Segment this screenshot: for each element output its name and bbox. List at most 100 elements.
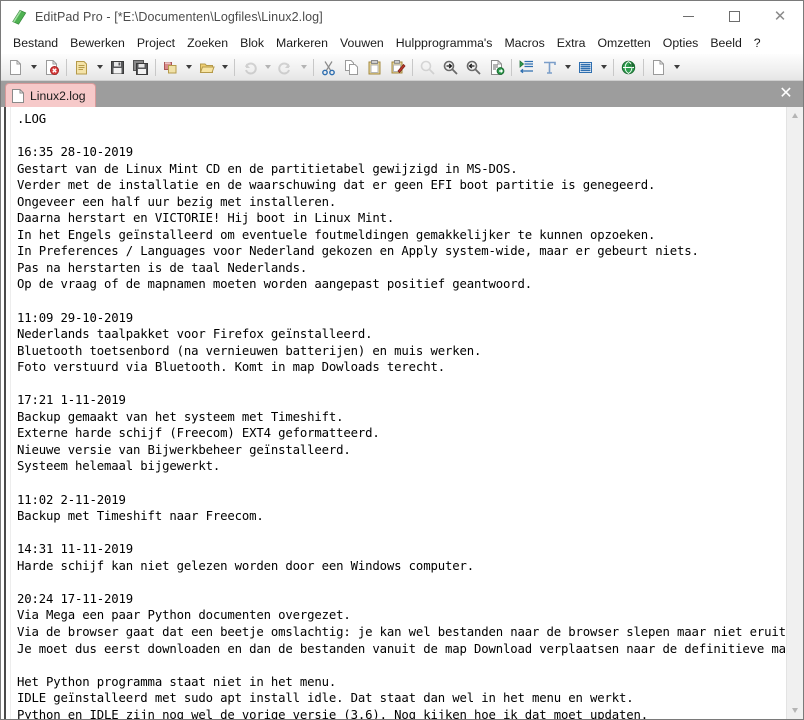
toolbar-dropdown-arrow[interactable]: [218, 56, 231, 79]
find-previous-button[interactable]: [462, 56, 485, 79]
menu-beeld[interactable]: Beeld: [704, 35, 747, 51]
menu-bewerken[interactable]: Bewerken: [64, 35, 131, 51]
browser-preview-button[interactable]: [617, 56, 640, 79]
menu-zoeken[interactable]: Zoeken: [181, 35, 234, 51]
save-all-icon: [133, 59, 148, 75]
save-all-button[interactable]: [129, 56, 152, 79]
open-project-button[interactable]: [195, 56, 218, 79]
indent-button[interactable]: [515, 56, 538, 79]
editor-line: Via de browser gaat dat een beetje omsla…: [17, 624, 786, 639]
open-project-icon: [199, 63, 215, 73]
editor-line: Gestart van de Linux Mint CD en de parti…: [17, 161, 518, 176]
cut-button[interactable]: [317, 56, 340, 79]
menu-extra[interactable]: Extra: [551, 35, 592, 51]
editor-line: Python en IDLE zijn nog wel de vorige ve…: [17, 707, 649, 719]
search-icon: [420, 60, 435, 75]
page-icon: [653, 59, 664, 75]
toolbar-dropdown-arrow[interactable]: [297, 56, 310, 79]
editor-line: Je moet dus eerst downloaden en dan de b…: [17, 641, 786, 656]
menu-hulpprogrammas[interactable]: Hulpprogramma's: [390, 35, 499, 51]
menu-vouwen[interactable]: Vouwen: [334, 35, 390, 51]
toolbar-dropdown-arrow[interactable]: [597, 56, 610, 79]
menu-macros[interactable]: Macros: [498, 35, 550, 51]
scrollbar-track[interactable]: [787, 124, 803, 702]
find-next-button[interactable]: [439, 56, 462, 79]
toolbar-dropdown-arrow[interactable]: [670, 56, 683, 79]
menu-blok[interactable]: Blok: [234, 35, 270, 51]
chevron-down-icon: [185, 65, 192, 69]
close-file-icon: [46, 59, 59, 75]
menu-project[interactable]: Project: [131, 35, 181, 51]
toolbar-dropdown-arrow[interactable]: [261, 56, 274, 79]
text-editor[interactable]: .LOG 16:35 28-10-2019 Gestart van de Linu…: [11, 107, 786, 719]
menu-omzetten[interactable]: Omzetten: [591, 35, 656, 51]
redo-button[interactable]: [274, 56, 297, 79]
chevron-down-icon: [564, 65, 571, 69]
editor-line: Nieuwe versie van Bijwerkbeheer geïnstal…: [17, 442, 351, 457]
editor-line: 14:31 11-11-2019: [17, 542, 134, 557]
copy-button[interactable]: [340, 56, 363, 79]
chevron-down-icon: [673, 65, 680, 69]
new-project-button[interactable]: [159, 56, 182, 79]
toolbar-dropdown-arrow[interactable]: [561, 56, 574, 79]
editor-line: Nederlands taalpakket voor Firefox geïns…: [17, 327, 373, 342]
menu-opties[interactable]: Opties: [657, 35, 705, 51]
close-file-button[interactable]: [40, 56, 63, 79]
page-button[interactable]: [647, 56, 670, 79]
open-file-icon: [76, 60, 87, 74]
close-icon: ✕: [779, 83, 793, 102]
chevron-down-icon: [30, 65, 37, 69]
minimize-button[interactable]: [665, 1, 711, 32]
save-button[interactable]: [106, 56, 129, 79]
toolbar-dropdown-arrow[interactable]: [27, 56, 40, 79]
toolbar-dropdown-arrow[interactable]: [182, 56, 195, 79]
title-bar: EditPad Pro - [*E:\Documenten\Logfiles\L…: [1, 1, 803, 32]
toolbar-separator: [234, 58, 235, 76]
search-button[interactable]: [416, 56, 439, 79]
editor-area: .LOG 16:35 28-10-2019 Gestart van de Linu…: [1, 107, 803, 719]
close-button[interactable]: ✕: [757, 1, 803, 32]
toolbar-dropdown-arrow[interactable]: [93, 56, 106, 79]
scroll-down-button[interactable]: [787, 702, 803, 719]
new-file-button[interactable]: [4, 56, 27, 79]
editor-gutter: [1, 107, 11, 719]
minimize-icon: [682, 16, 694, 17]
editor-line: Foto verstuurd via Bluetooth. Komt in ma…: [17, 360, 445, 375]
undo-icon: [245, 62, 257, 74]
editor-line: In het Engels geïnstalleerd om eventuele…: [17, 227, 656, 242]
vertical-scrollbar[interactable]: [786, 107, 803, 719]
menu-markeren[interactable]: Markeren: [270, 35, 334, 51]
toolbar-separator: [412, 58, 413, 76]
paste-button[interactable]: [363, 56, 386, 79]
tab-linux2-log[interactable]: Linux2.log: [5, 83, 96, 107]
editor-line: Pas na herstarten is de taal Nederlands.: [17, 260, 308, 275]
paste-special-button[interactable]: [386, 56, 409, 79]
editor-line: Backup met Timeshift naar Freecom.: [17, 509, 264, 524]
find-next-icon: [443, 60, 458, 75]
chevron-down-icon: [792, 708, 798, 713]
editor-line: Systeem helemaal bijgewerkt.: [17, 459, 221, 474]
editor-line: 16:35 28-10-2019: [17, 145, 134, 160]
editor-line: Via Mega een paar Python documenten over…: [17, 608, 351, 623]
editpad-book-icon: [10, 8, 28, 26]
tab-close-button[interactable]: ✕: [777, 84, 795, 102]
toolbar-separator: [643, 58, 644, 76]
line-format-button[interactable]: [574, 56, 597, 79]
undo-button[interactable]: [238, 56, 261, 79]
browser-preview-icon: [621, 60, 636, 74]
chevron-down-icon: [300, 65, 307, 69]
editor-line: 11:09 29-10-2019: [17, 310, 134, 325]
toolbar-separator: [313, 58, 314, 76]
maximize-button[interactable]: [711, 1, 757, 32]
editor-line: Bluetooth toetsenbord (na vernieuwen bat…: [17, 343, 482, 358]
font-button[interactable]: [538, 56, 561, 79]
menu-bestand[interactable]: Bestand: [7, 35, 64, 51]
menu-help[interactable]: ?: [748, 35, 767, 51]
open-file-button[interactable]: [70, 56, 93, 79]
scroll-up-button[interactable]: [787, 107, 803, 124]
replace-button[interactable]: [485, 56, 508, 79]
